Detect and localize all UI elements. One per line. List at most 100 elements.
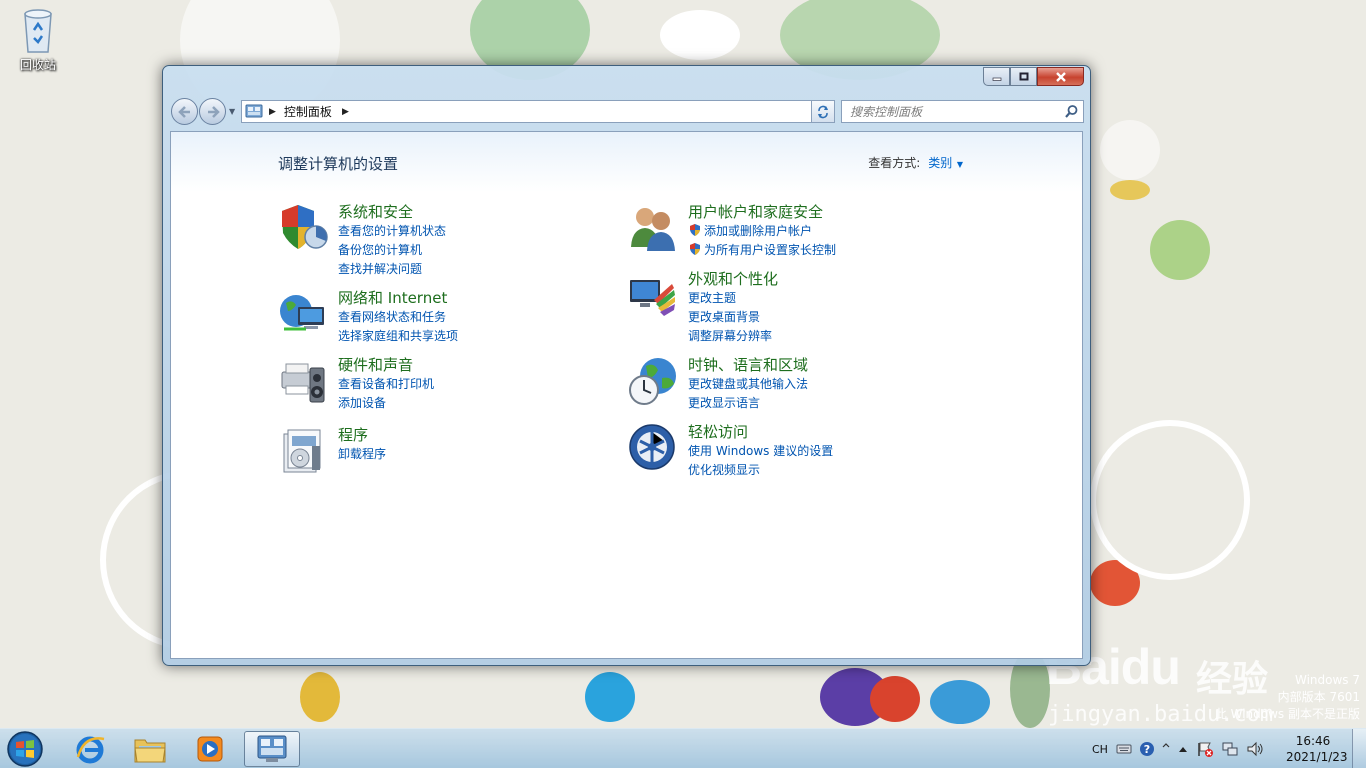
task-link[interactable]: 查看网络状态和任务 <box>338 308 458 327</box>
task-link-label[interactable]: 为所有用户设置家长控制 <box>704 243 836 257</box>
address-bar[interactable]: ▶ 控制面板 ▶ ▼ <box>241 100 835 123</box>
ime-options-icon <box>1162 743 1170 748</box>
task-link[interactable]: 卸载程序 <box>338 445 386 464</box>
hardware-sound-icon[interactable] <box>278 356 328 406</box>
speaker-icon <box>1247 741 1263 757</box>
action-center-tray-icon[interactable] <box>1196 741 1214 757</box>
task-link[interactable]: 更改显示语言 <box>688 394 808 413</box>
task-link[interactable]: 添加或删除用户帐户 <box>688 222 836 241</box>
help-icon: ? <box>1139 742 1154 756</box>
task-link[interactable]: 使用 Windows 建议的设置 <box>688 442 833 461</box>
search-box[interactable] <box>841 100 1084 123</box>
category-title[interactable]: 用户帐户和家庭安全 <box>688 203 836 222</box>
breadcrumb-separator-icon[interactable]: ▶ <box>269 107 276 117</box>
recycle-bin-label: 回收站 <box>19 58 56 72</box>
task-link[interactable]: 选择家庭组和共享选项 <box>338 327 458 346</box>
search-input[interactable] <box>842 101 1057 122</box>
wallpaper-cloud <box>660 10 740 60</box>
view-by-dropdown[interactable]: 类别 <box>928 156 952 170</box>
category-title[interactable]: 轻松访问 <box>688 423 833 442</box>
task-link[interactable]: 备份您的计算机 <box>338 241 446 260</box>
task-link[interactable]: 更改键盘或其他输入法 <box>688 375 808 394</box>
keyboard-tray-icon[interactable] <box>1116 743 1132 755</box>
wallpaper-ring <box>1090 420 1250 580</box>
navigation-bar: ▼ ▶ 控制面板 ▶ ▼ <box>171 98 1084 126</box>
network-tray-icon[interactable] <box>1221 741 1239 757</box>
refresh-button[interactable] <box>811 100 835 123</box>
maximize-button[interactable] <box>1010 67 1037 86</box>
taskbar-clock[interactable]: 16:46 2021/1/23 <box>1286 733 1348 765</box>
taskbar-media-player[interactable] <box>182 731 238 767</box>
chevron-down-icon[interactable]: ▼ <box>954 160 963 169</box>
task-link[interactable]: 优化视频显示 <box>688 461 833 480</box>
close-button[interactable] <box>1037 67 1084 86</box>
user-accounts-icon[interactable] <box>628 203 678 253</box>
category-title[interactable]: 系统和安全 <box>338 203 446 222</box>
wallpaper-cloud <box>1110 180 1150 200</box>
recycle-bin-icon <box>24 9 52 53</box>
chevron-up-icon <box>1178 747 1187 752</box>
search-icon[interactable] <box>1064 104 1079 119</box>
language-indicator[interactable]: CH <box>1092 743 1108 756</box>
wallpaper-splash <box>930 680 990 724</box>
category-title[interactable]: 硬件和声音 <box>338 356 434 375</box>
clock-time: 16:46 <box>1295 734 1331 748</box>
category-title[interactable]: 外观和个性化 <box>688 270 778 289</box>
task-link-label[interactable]: 添加或删除用户帐户 <box>704 224 812 238</box>
help-tray-icon[interactable]: ? <box>1139 741 1155 757</box>
action-center-flag-icon <box>1198 742 1213 757</box>
windows-explorer-icon <box>134 739 166 763</box>
task-link[interactable]: 为所有用户设置家长控制 <box>688 241 836 260</box>
category-title[interactable]: 时钟、语言和区域 <box>688 356 808 375</box>
category-title[interactable]: 程序 <box>338 426 386 445</box>
appearance-personalization-icon[interactable] <box>628 270 678 320</box>
clock-date: 2021/1/23 <box>1286 750 1348 764</box>
taskbar: CH ? 16:46 2021/1/23 <box>0 728 1366 768</box>
minimize-icon <box>992 77 1001 81</box>
uac-shield-icon <box>690 224 700 236</box>
recent-pages-dropdown[interactable]: ▼ <box>229 107 235 116</box>
ease-of-access-icon[interactable] <box>628 423 678 473</box>
maximize-icon <box>1019 72 1028 81</box>
network-internet-icon[interactable] <box>278 289 328 339</box>
caption-buttons <box>983 67 1084 86</box>
programs-icon[interactable] <box>278 426 328 476</box>
taskbar-windows-explorer[interactable] <box>122 731 178 767</box>
control-panel-icon <box>257 735 287 762</box>
wallpaper-circle <box>1100 120 1160 180</box>
forward-button[interactable] <box>199 98 226 125</box>
windows-version-text: Windows 7 内部版本 7601 此 Windows 副本不是正版 <box>1215 672 1360 723</box>
desktop-icon-recycle-bin[interactable]: 回收站 <box>12 6 64 73</box>
start-orb-icon <box>7 731 43 767</box>
breadcrumb-separator-icon[interactable]: ▶ <box>342 107 349 117</box>
back-button[interactable] <box>171 98 198 125</box>
taskbar-internet-explorer[interactable] <box>62 731 118 767</box>
start-button[interactable] <box>4 730 46 768</box>
windows-version-line1: Windows 7 <box>1294 673 1360 687</box>
system-security-icon[interactable] <box>278 203 328 253</box>
taskbar-control-panel[interactable] <box>244 731 300 767</box>
task-link[interactable]: 查看设备和打印机 <box>338 375 434 394</box>
media-player-icon <box>197 736 223 762</box>
show-hidden-icons-button[interactable] <box>1177 744 1189 754</box>
clock-language-region-icon[interactable] <box>628 356 678 406</box>
task-link[interactable]: 更改主题 <box>688 289 778 308</box>
network-icon <box>1222 742 1238 756</box>
page-title: 调整计算机的设置 <box>278 155 399 173</box>
category-title[interactable]: 网络和 Internet <box>338 289 458 308</box>
task-link[interactable]: 调整屏幕分辨率 <box>688 327 778 346</box>
task-link[interactable]: 添加设备 <box>338 394 434 413</box>
task-link[interactable]: 更改桌面背景 <box>688 308 778 327</box>
breadcrumb-control-panel[interactable]: 控制面板 <box>284 103 332 120</box>
ime-options-tray-icon[interactable] <box>1162 743 1170 755</box>
windows-version-line2: 内部版本 7601 <box>1277 690 1360 704</box>
task-link[interactable]: 查看您的计算机状态 <box>338 222 446 241</box>
back-arrow-icon <box>177 105 190 118</box>
show-desktop-button[interactable] <box>1352 729 1366 768</box>
volume-tray-icon[interactable] <box>1246 741 1264 757</box>
refresh-icon <box>818 105 828 118</box>
minimize-button[interactable] <box>983 67 1010 86</box>
task-link[interactable]: 查找并解决问题 <box>338 260 446 279</box>
close-icon <box>1055 71 1066 82</box>
uac-shield-icon <box>690 243 700 255</box>
